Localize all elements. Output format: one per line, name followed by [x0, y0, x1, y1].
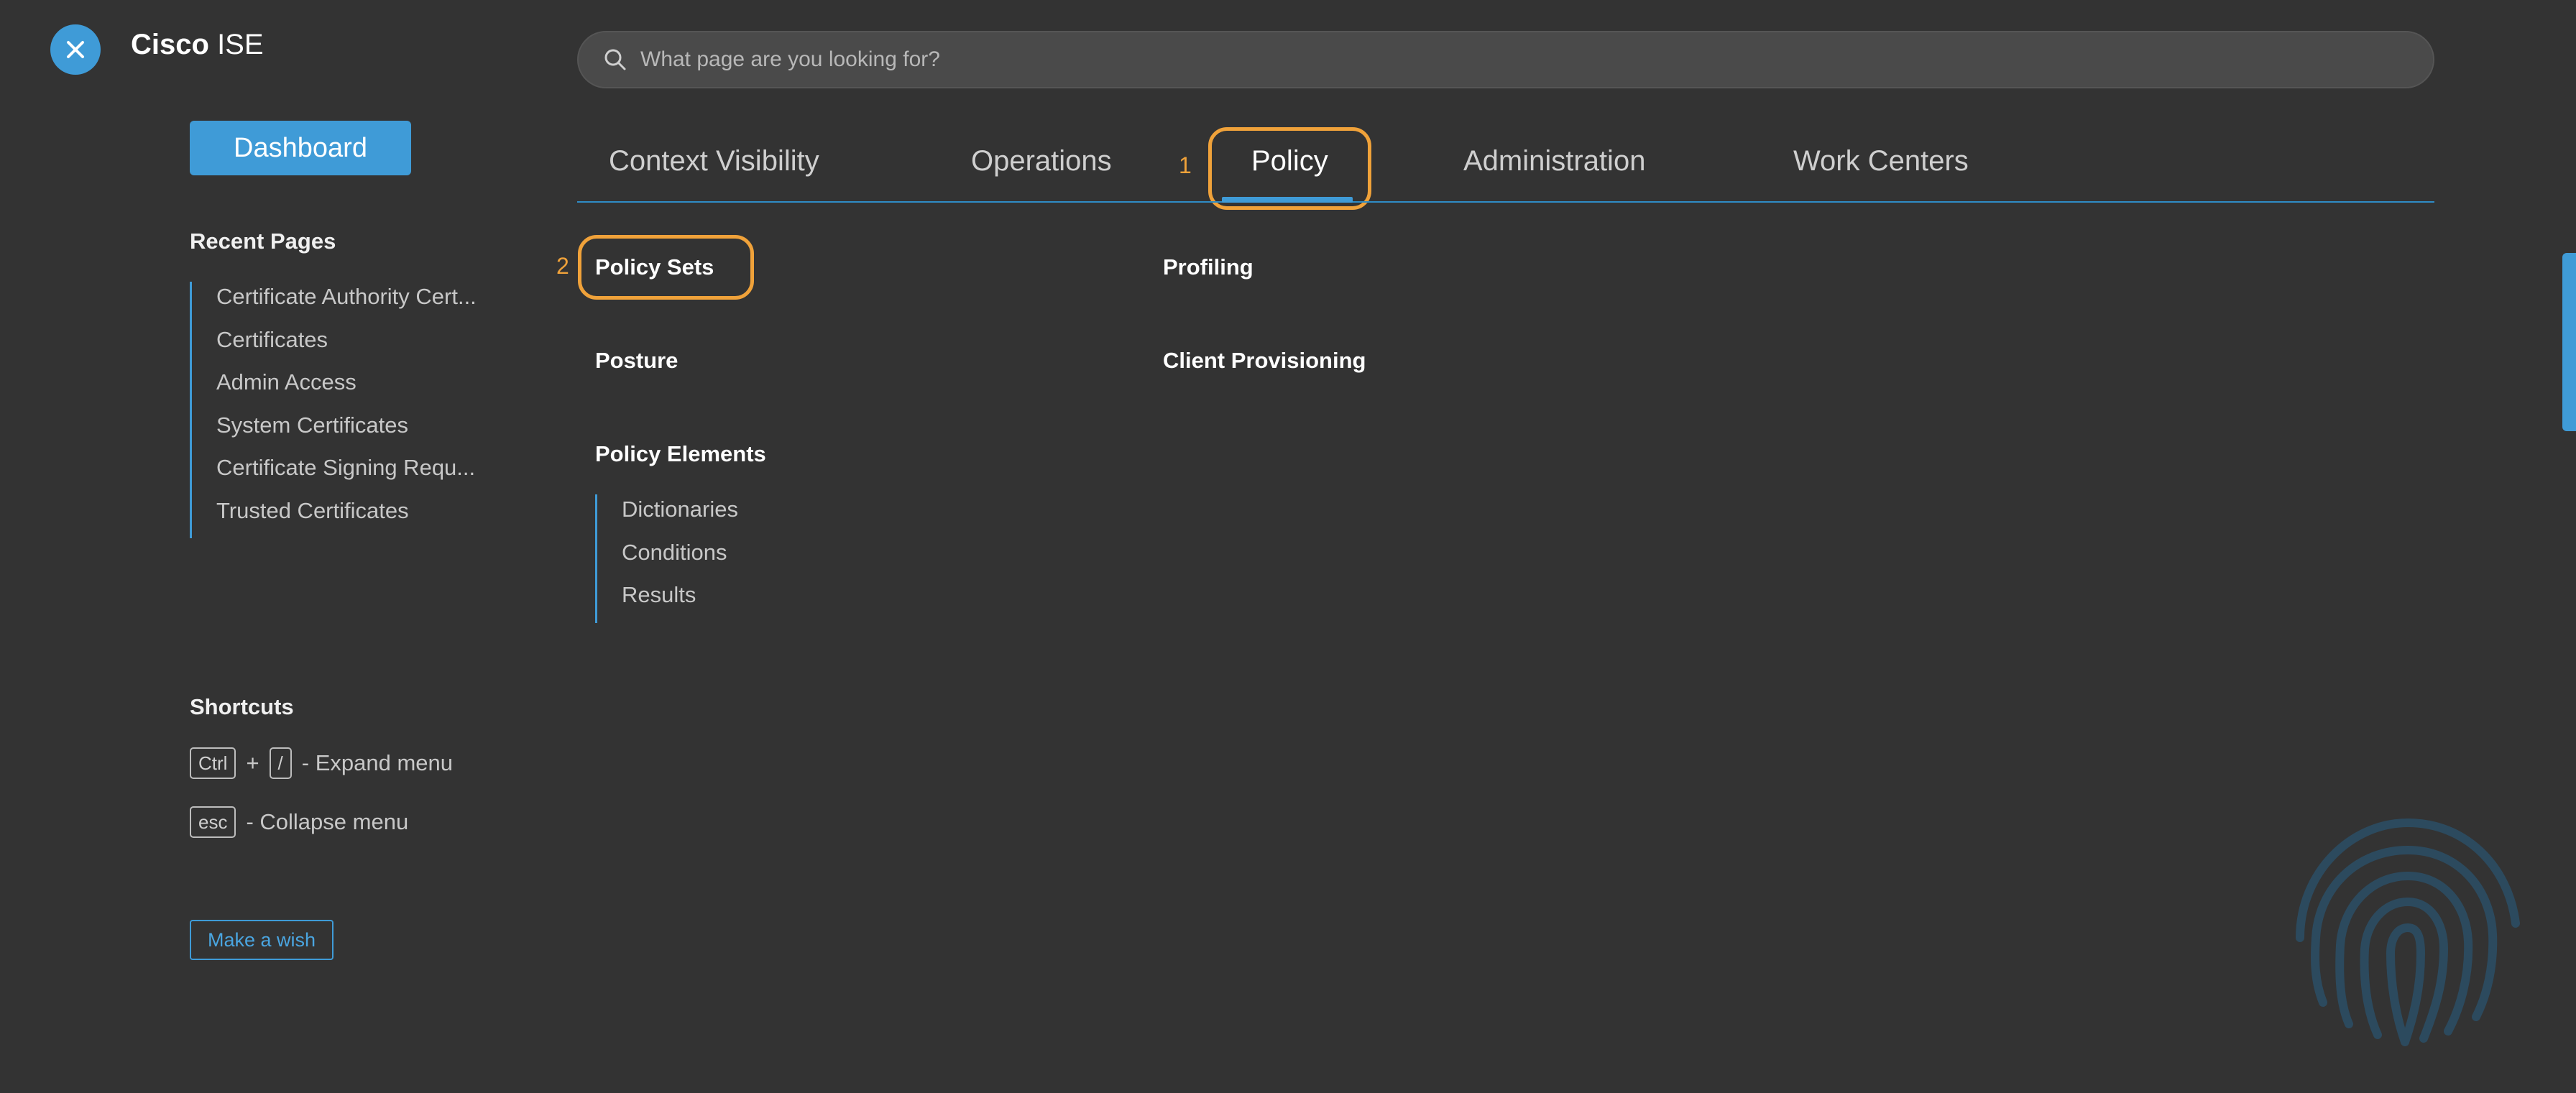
esc-key: esc	[190, 806, 236, 838]
app-title: Cisco ISE	[131, 29, 264, 61]
collapse-shortcut: esc - Collapse menu	[190, 806, 408, 838]
search-bar[interactable]	[577, 31, 2434, 88]
recent-pages-list: Certificate Authority Cert... Certificat…	[190, 282, 477, 538]
plus-sign: +	[246, 750, 259, 775]
conditions-link[interactable]: Conditions	[622, 538, 738, 581]
recent-page-item[interactable]: Admin Access	[216, 367, 477, 410]
brand-product: ISE	[217, 29, 264, 60]
recent-page-item[interactable]: System Certificates	[216, 410, 477, 453]
close-icon	[67, 41, 84, 58]
tab-operations[interactable]: Operations	[971, 145, 1112, 177]
tab-administration[interactable]: Administration	[1463, 145, 1645, 177]
tab-divider	[577, 201, 2434, 203]
step-1-label: 1	[1179, 152, 1192, 178]
policy-elements-list: Dictionaries Conditions Results	[595, 494, 738, 623]
recent-page-item[interactable]: Certificate Signing Requ...	[216, 453, 477, 496]
tab-policy[interactable]: Policy	[1251, 145, 1328, 177]
active-tab-indicator	[1222, 197, 1353, 203]
close-menu-button[interactable]	[50, 24, 101, 75]
profiling-link[interactable]: Profiling	[1163, 254, 1254, 280]
dictionaries-link[interactable]: Dictionaries	[622, 494, 738, 538]
slash-key: /	[269, 747, 292, 779]
search-input[interactable]	[640, 47, 2365, 72]
expand-shortcut: Ctrl + / - Expand menu	[190, 747, 453, 779]
posture-link[interactable]: Posture	[595, 348, 678, 374]
fingerprint-icon	[2296, 818, 2520, 1046]
scrollbar-thumb[interactable]	[2562, 253, 2576, 431]
search-icon	[604, 49, 626, 70]
ctrl-key: Ctrl	[190, 747, 236, 779]
recent-page-item[interactable]: Certificate Authority Cert...	[216, 282, 477, 325]
policy-elements-heading[interactable]: Policy Elements	[595, 441, 766, 467]
recent-pages-heading: Recent Pages	[190, 229, 336, 254]
tab-work-centers[interactable]: Work Centers	[1793, 145, 1969, 177]
recent-page-item[interactable]: Trusted Certificates	[216, 496, 477, 539]
recent-page-item[interactable]: Certificates	[216, 325, 477, 368]
policy-sets-link[interactable]: Policy Sets	[595, 254, 714, 280]
make-a-wish-button[interactable]: Make a wish	[190, 920, 334, 960]
shortcuts-heading: Shortcuts	[190, 694, 294, 719]
results-link[interactable]: Results	[622, 580, 738, 623]
brand-name: Cisco	[131, 29, 209, 60]
collapse-menu-text: - Collapse menu	[246, 809, 409, 834]
dashboard-button[interactable]: Dashboard	[190, 121, 411, 175]
expand-menu-text: - Expand menu	[301, 750, 454, 775]
client-provisioning-link[interactable]: Client Provisioning	[1163, 348, 1366, 374]
tab-context-visibility[interactable]: Context Visibility	[609, 145, 819, 177]
step-2-label: 2	[556, 253, 569, 279]
